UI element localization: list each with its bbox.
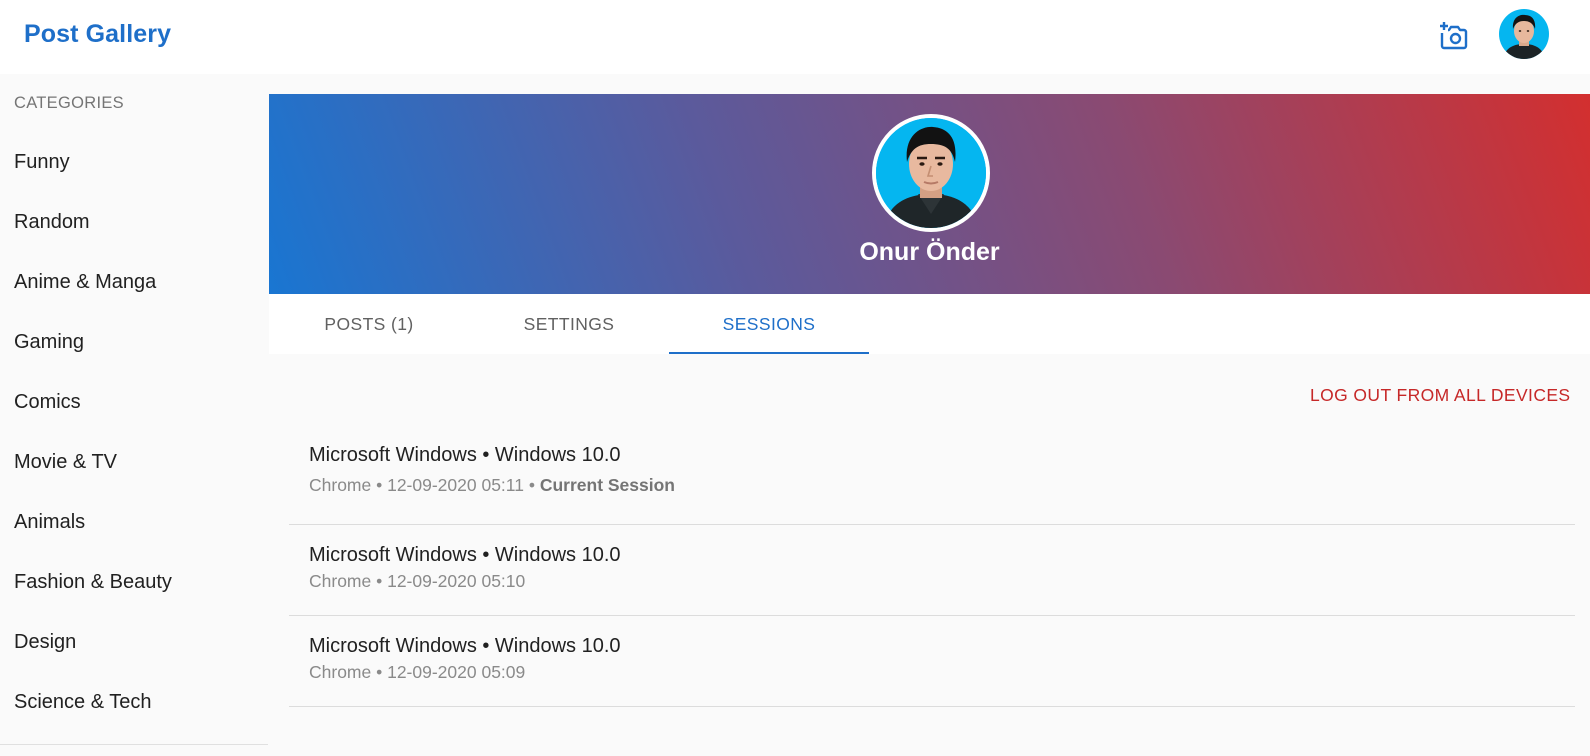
active-tab-indicator	[669, 352, 869, 354]
tab-settings[interactable]: SETTINGS	[469, 294, 669, 354]
session-item[interactable]: Microsoft Windows • Windows 10.0 Chrome …	[289, 525, 1575, 616]
session-detail: Chrome • 12-09-2020 05:09	[309, 662, 526, 682]
tab-posts[interactable]: POSTS (1)	[269, 294, 469, 354]
app-bar: Post Gallery	[0, 0, 1590, 74]
app-title[interactable]: Post Gallery	[24, 20, 171, 49]
session-list: Microsoft Windows • Windows 10.0 Chrome …	[289, 425, 1575, 707]
session-device: Microsoft Windows • Windows 10.0	[309, 544, 621, 566]
tab-sessions[interactable]: SESSIONS	[669, 294, 869, 354]
category-item-anime-manga[interactable]: Anime & Manga	[0, 252, 268, 312]
session-separator: •	[523, 475, 540, 495]
profile-name: Onur Önder	[859, 238, 1000, 266]
session-detail: Chrome • 12-09-2020 05:11 • Current Sess…	[309, 475, 1575, 496]
profile-banner: Onur Önder	[269, 94, 1590, 294]
logout-all-devices-button[interactable]: LOG OUT FROM ALL DEVICES	[1310, 385, 1571, 406]
session-device: Microsoft Windows • Windows 10.0	[309, 635, 621, 657]
category-item-gaming[interactable]: Gaming	[0, 312, 268, 372]
category-item-movie-tv[interactable]: Movie & TV	[0, 432, 268, 492]
session-detail: Chrome • 12-09-2020 05:10	[309, 571, 526, 591]
category-item-funny[interactable]: Funny	[0, 132, 268, 192]
sidebar-divider	[0, 744, 268, 745]
add-photo-icon[interactable]	[1438, 20, 1468, 50]
session-item[interactable]: Microsoft Windows • Windows 10.0 Chrome …	[289, 616, 1575, 707]
current-session-label: Current Session	[539, 475, 676, 495]
category-item-animals[interactable]: Animals	[0, 492, 268, 552]
session-item[interactable]: Microsoft Windows • Windows 10.0 Chrome …	[289, 425, 1575, 525]
category-item-design[interactable]: Design	[0, 612, 268, 672]
session-device: Microsoft Windows • Windows 10.0	[309, 444, 621, 466]
category-sidebar: CATEGORIES Funny Random Anime & Manga Ga…	[0, 74, 268, 756]
category-item-comics[interactable]: Comics	[0, 372, 268, 432]
user-avatar[interactable]	[1499, 9, 1549, 59]
session-browser-time: Chrome • 12-09-2020 05:11	[309, 475, 524, 495]
category-list: Funny Random Anime & Manga Gaming Comics…	[0, 132, 268, 732]
categories-heading: CATEGORIES	[14, 94, 124, 112]
profile-avatar	[872, 114, 990, 232]
category-item-random[interactable]: Random	[0, 192, 268, 252]
category-item-fashion-beauty[interactable]: Fashion & Beauty	[0, 552, 268, 612]
category-item-science-tech[interactable]: Science & Tech	[0, 672, 268, 732]
profile-tabs: POSTS (1) SETTINGS SESSIONS	[269, 294, 1590, 354]
